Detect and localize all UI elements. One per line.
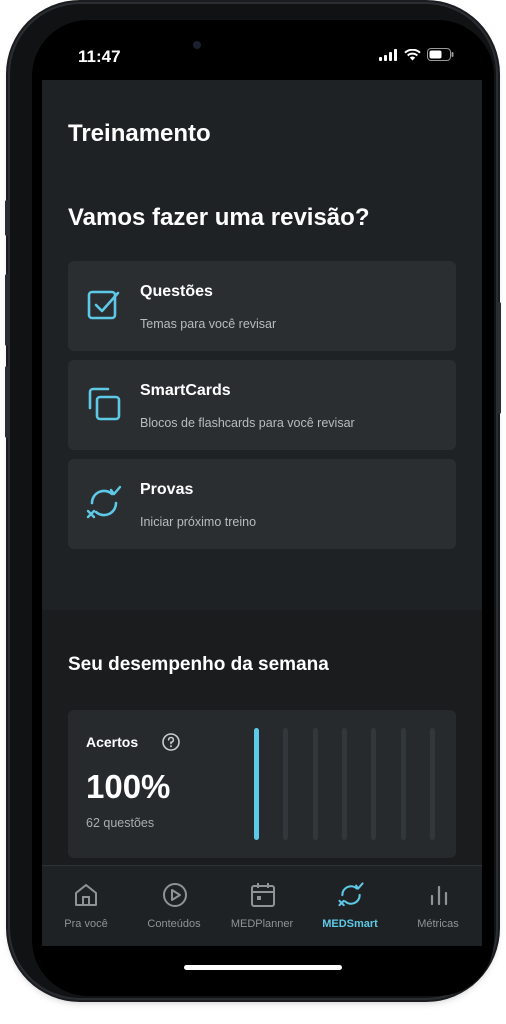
power-button <box>497 302 501 414</box>
weekly-bar-fill <box>254 728 259 840</box>
questions-count: 62 questões <box>86 816 155 830</box>
phone-frame: 11:47 Treinamento Vamos fazer uma revisã… <box>5 4 501 998</box>
help-icon[interactable] <box>161 732 181 752</box>
calendar-icon <box>251 883 275 907</box>
tab-pra-voce[interactable]: Pra você <box>42 866 130 946</box>
volume-down-button <box>5 366 9 438</box>
card-title: SmartCards <box>140 382 231 399</box>
tab-medplanner[interactable]: MEDPlanner <box>218 866 306 946</box>
tab-conteudos[interactable]: Conteúdos <box>130 866 218 946</box>
acertos-value: 100% <box>86 768 171 805</box>
card-title: Provas <box>140 481 194 498</box>
tab-label: MEDPlanner <box>230 918 294 930</box>
weekly-bars <box>254 728 444 840</box>
tab-medsmart[interactable]: MEDSmart <box>306 866 394 946</box>
home-icon <box>75 884 97 906</box>
tab-bar: Pra você Conteúdos MEDPlanner MEDSmart M… <box>42 865 482 946</box>
card-subtitle: Iniciar próximo treino <box>140 515 257 529</box>
tab-label: MEDSmart <box>322 918 378 930</box>
tab-label: Conteúdos <box>147 918 201 930</box>
weekly-bar-track <box>283 728 289 840</box>
card-smartcards[interactable]: SmartCards Blocos de flashcards para voc… <box>68 360 456 450</box>
performance-title: Seu desempenho da semana <box>68 654 329 675</box>
checkbox-icon <box>87 290 120 320</box>
card-questoes[interactable]: Questões Temas para você revisar <box>68 261 456 351</box>
signal-icon <box>379 48 397 61</box>
tab-metricas[interactable]: Métricas <box>394 866 482 946</box>
volume-up-button <box>5 274 9 346</box>
weekly-bar-track <box>400 728 406 840</box>
acertos-label: Acertos <box>86 734 139 750</box>
card-title: Questões <box>140 283 213 300</box>
weekly-bar-track <box>312 728 318 840</box>
wifi-icon <box>404 48 421 60</box>
screen: 11:47 Treinamento Vamos fazer uma revisã… <box>32 20 494 996</box>
play-icon <box>163 883 187 907</box>
weekly-bar-track <box>341 728 347 840</box>
tab-label: Pra você <box>64 918 108 930</box>
performance-card[interactable]: Acertos 100% 62 questões <box>68 710 456 858</box>
home-indicator <box>184 965 342 970</box>
page-title: Treinamento <box>68 120 211 147</box>
mute-switch <box>5 200 9 236</box>
cards-icon <box>88 387 121 421</box>
card-provas[interactable]: Provas Iniciar próximo treino <box>68 459 456 549</box>
battery-icon <box>427 48 454 61</box>
weekly-bar-track <box>371 728 377 840</box>
medsmart-icon <box>338 882 364 907</box>
camera <box>193 41 201 49</box>
bar-chart-icon <box>430 885 448 906</box>
status-icons <box>379 48 454 61</box>
card-subtitle: Blocos de flashcards para você revisar <box>140 416 355 430</box>
tab-label: Métricas <box>417 918 459 930</box>
cycle-icon <box>86 485 122 519</box>
weekly-bar-track <box>429 728 435 840</box>
status-time: 11:47 <box>78 47 121 66</box>
notch <box>171 20 355 65</box>
app-content: Treinamento Vamos fazer uma revisão? Que… <box>42 80 482 945</box>
review-section-title: Vamos fazer uma revisão? <box>68 204 370 231</box>
card-subtitle: Temas para você revisar <box>140 317 277 331</box>
